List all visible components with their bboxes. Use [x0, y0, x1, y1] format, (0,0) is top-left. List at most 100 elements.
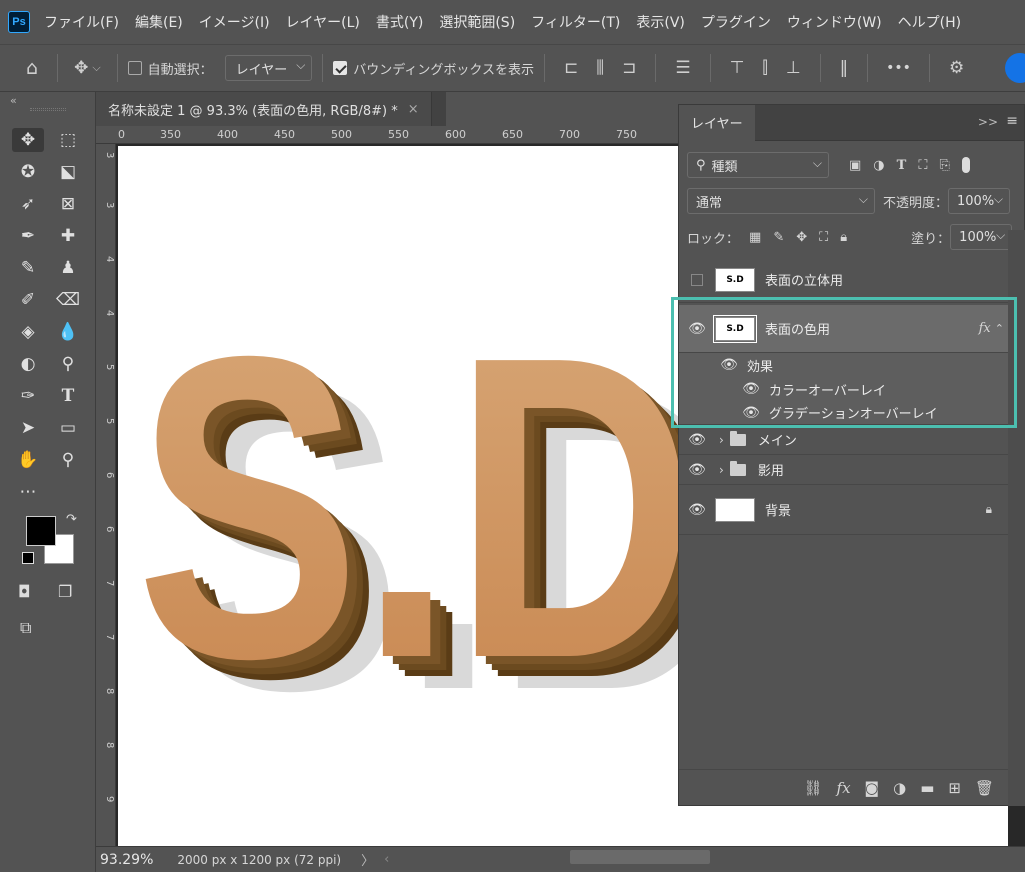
stamp-tool-icon[interactable]: ♟: [52, 256, 84, 280]
layer-name[interactable]: 表面の立体用: [765, 270, 843, 289]
lock-position-icon[interactable]: ✥: [796, 230, 807, 245]
menu-view[interactable]: 表示(V): [636, 12, 685, 32]
lock-all-icon[interactable]: 🔒︎: [840, 230, 847, 245]
lock-transparent-icon[interactable]: ▦: [749, 230, 761, 245]
collapse-icon[interactable]: «: [10, 94, 17, 107]
chevron-right-icon[interactable]: ›: [719, 433, 724, 447]
lock-image-icon[interactable]: ✎: [773, 230, 784, 245]
effects-row[interactable]: 👁︎ 効果: [679, 353, 1008, 377]
eye-icon[interactable]: 👁︎: [711, 357, 747, 373]
group-row[interactable]: 👁︎ › メイン: [679, 425, 1008, 455]
panel-menu-icon[interactable]: ≡: [1006, 113, 1018, 129]
path-select-icon[interactable]: ➤: [12, 416, 44, 440]
eyedropper-tool-icon[interactable]: ✒: [12, 224, 44, 248]
filter-type-icon[interactable]: T: [897, 158, 907, 173]
group-name[interactable]: メイン: [758, 430, 797, 449]
auto-select-checkbox[interactable]: [127, 61, 142, 75]
menu-window[interactable]: ウィンドウ(W): [787, 12, 882, 32]
move-tool-icon[interactable]: ✥: [74, 58, 88, 78]
new-layer-icon[interactable]: ⊞: [948, 779, 961, 797]
quick-mask-icon[interactable]: ◘: [18, 582, 31, 601]
brush-tool-icon[interactable]: ✎: [12, 256, 44, 280]
trash-icon[interactable]: 🗑︎: [975, 779, 994, 797]
swap-colors-icon[interactable]: ↷: [66, 512, 77, 527]
hand-tool-icon[interactable]: ✋: [12, 448, 44, 472]
screen-mode-icon[interactable]: ❐: [58, 582, 72, 601]
search-icon[interactable]: ⚲: [52, 448, 84, 472]
filter-kind-dropdown[interactable]: ⚲ 種類 ⌵: [687, 152, 829, 178]
group-row[interactable]: 👁︎ › 影用: [679, 455, 1008, 485]
chevron-down-icon[interactable]: ⌵: [92, 61, 100, 75]
group-name[interactable]: 影用: [758, 460, 784, 479]
adjustment-layer-icon[interactable]: ◑: [893, 779, 906, 797]
document-tab[interactable]: 名称未設定 1 @ 93.3% (表面の色用, RGB/8#) * ×: [96, 92, 432, 126]
dodge-tool-icon[interactable]: ◐: [12, 352, 44, 376]
more-options-icon[interactable]: •••: [886, 60, 911, 76]
object-select-tool-icon[interactable]: ⬕: [52, 160, 84, 184]
more-tools-icon[interactable]: ⋯: [12, 480, 44, 504]
type-tool-icon[interactable]: T: [52, 384, 84, 408]
share-button[interactable]: [1005, 53, 1025, 83]
align-middle-v-icon[interactable]: ⫿: [762, 58, 767, 78]
fx-icon[interactable]: fx: [979, 321, 991, 336]
chevron-up-icon[interactable]: ⌃: [995, 322, 1004, 335]
distribute-icon[interactable]: ☰: [675, 58, 690, 78]
eye-icon[interactable]: 👁︎: [679, 462, 715, 478]
align-bottom-icon[interactable]: ⊥: [786, 58, 801, 78]
align-center-h-icon[interactable]: ⫼: [596, 58, 604, 78]
quick-select-tool-icon[interactable]: ✪: [12, 160, 44, 184]
align-right-icon[interactable]: ⊐: [622, 58, 636, 78]
effect-row[interactable]: 👁︎ カラーオーバーレイ: [679, 377, 1008, 401]
move-tool-icon[interactable]: ✥: [12, 128, 44, 152]
filter-toggle[interactable]: [961, 157, 970, 173]
filter-shape-icon[interactable]: ⛶: [918, 158, 927, 173]
chevron-right-icon[interactable]: ›: [719, 463, 724, 477]
horizontal-scrollbar[interactable]: [570, 850, 710, 864]
distribute-v-icon[interactable]: ‖: [840, 58, 849, 78]
auto-select-dropdown[interactable]: レイヤー: [224, 55, 313, 81]
eye-icon[interactable]: 👁︎: [733, 405, 769, 421]
new-group-icon[interactable]: ▬: [920, 779, 934, 797]
eye-icon[interactable]: 👁︎: [733, 381, 769, 397]
filter-adjust-icon[interactable]: ◑: [873, 158, 884, 173]
menu-help[interactable]: ヘルプ(H): [898, 12, 961, 32]
menu-file[interactable]: ファイル(F): [44, 12, 119, 32]
foreground-color-swatch[interactable]: [26, 516, 56, 546]
filter-smart-icon[interactable]: ⎘: [939, 158, 949, 173]
align-left-icon[interactable]: ⊏: [564, 58, 578, 78]
layer-name[interactable]: 背景: [765, 500, 791, 519]
layer-row[interactable]: 👁︎ 背景 🔒︎: [679, 485, 1008, 535]
rectangle-tool-icon[interactable]: ▭: [52, 416, 84, 440]
show-bbox-checkbox[interactable]: [333, 61, 348, 75]
generative-icon[interactable]: ⧉: [20, 618, 31, 638]
status-menu-icon[interactable]: 〉: [361, 850, 374, 869]
opacity-input[interactable]: 100% ⌵: [948, 188, 1011, 214]
align-top-icon[interactable]: ⊤: [730, 58, 745, 78]
home-icon[interactable]: ⌂: [26, 57, 38, 79]
add-style-icon[interactable]: fx: [837, 779, 851, 797]
tab-layers[interactable]: レイヤー: [679, 104, 755, 141]
zoom-level[interactable]: 93.29%: [100, 852, 153, 868]
menu-filter[interactable]: フィルター(T): [531, 12, 620, 32]
menu-layer[interactable]: レイヤー(L): [286, 12, 360, 32]
menu-type[interactable]: 書式(Y): [376, 12, 423, 32]
layer-row[interactable]: S.D 表面の立体用: [679, 257, 1008, 303]
eye-icon[interactable]: 👁︎: [679, 502, 715, 518]
frame-tool-icon[interactable]: ⊠: [52, 192, 84, 216]
menu-image[interactable]: イメージ(I): [199, 12, 270, 32]
history-brush-icon[interactable]: ✐: [12, 288, 44, 312]
effect-row[interactable]: 👁︎ グラデーションオーバーレイ: [679, 401, 1008, 425]
gear-icon[interactable]: ⚙: [949, 58, 964, 78]
paint-bucket-icon[interactable]: ◈: [12, 320, 44, 344]
lasso-tool-icon[interactable]: ➶: [12, 192, 44, 216]
visibility-toggle-off[interactable]: [679, 273, 715, 286]
layer-row-selected[interactable]: 👁︎ S.D 表面の色用 fx ⌃: [679, 305, 1008, 353]
blend-mode-dropdown[interactable]: 通常 ⌵: [687, 188, 875, 214]
close-icon[interactable]: ×: [408, 102, 419, 117]
menu-select[interactable]: 選択範囲(S): [439, 12, 515, 32]
menu-edit[interactable]: 編集(E): [135, 12, 183, 32]
scroll-left-icon[interactable]: ‹: [384, 852, 389, 867]
eraser-tool-icon[interactable]: ⌫: [52, 288, 84, 312]
eye-icon[interactable]: 👁︎: [679, 432, 715, 448]
healing-brush-icon[interactable]: ✚: [52, 224, 84, 248]
